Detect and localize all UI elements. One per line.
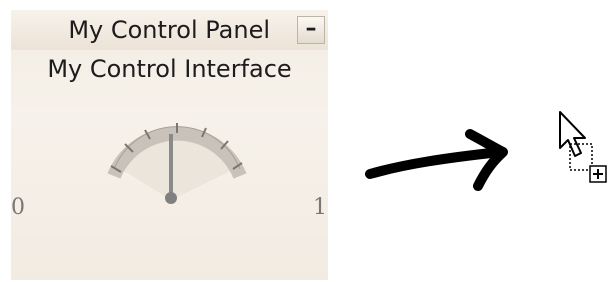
gauge-meter [107,123,247,204]
control-panel: My Control Panel – My Control Interface [11,10,328,280]
drag-add-cursor-icon [559,111,607,183]
interface-label: My Control Interface [47,55,292,83]
right-arrow-icon [365,129,508,191]
panel-titlebar: My Control Panel – [11,10,328,50]
gauge-min-label: 0 [11,195,25,220]
panel-title: My Control Panel [68,16,270,44]
collapse-button[interactable]: – [297,16,325,44]
screenshot-stage: My Control Panel – My Control Interface [0,0,608,282]
gauge-needle-pivot [165,192,177,204]
gauge-max-label: 1 [313,195,327,220]
